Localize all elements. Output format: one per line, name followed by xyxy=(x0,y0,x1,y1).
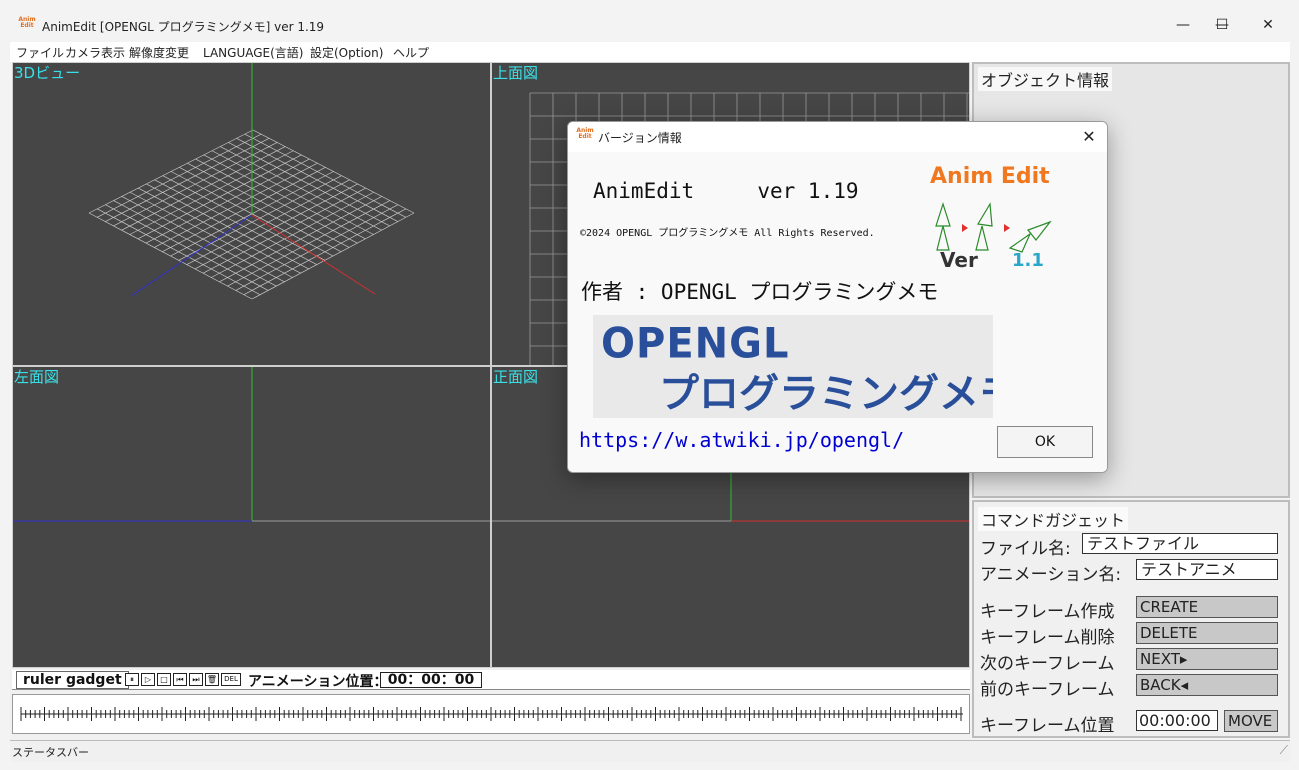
title-bar[interactable]: Anim Edit AnimEdit [OPENGL プログラミングメモ] ve… xyxy=(0,8,1299,42)
command-gadget-panel: コマンドガジェット ファイル名: テストファイル アニメーション名: テストアニ… xyxy=(972,500,1290,738)
viewport-top-label: 上面図 xyxy=(493,64,539,82)
delete-button[interactable]: DELETE xyxy=(1136,622,1278,644)
window-title: AnimEdit [OPENGL プログラミングメモ] ver 1.19 xyxy=(42,20,325,34)
grid-line xyxy=(97,208,261,296)
file-name-field[interactable]: テストファイル xyxy=(1082,533,1278,554)
skip-start-icon[interactable]: ⏮ xyxy=(173,673,187,686)
copyright-text: ©2024 OPENGL プログラミングメモ All Rights Reserv… xyxy=(580,228,875,239)
logo-ver: Ver xyxy=(940,248,978,272)
ruler-ticks xyxy=(20,707,963,721)
create-button[interactable]: CREATE xyxy=(1136,596,1278,618)
keyframe-delete-label: キーフレーム削除 xyxy=(980,628,1115,648)
menu-settings[interactable]: 設定(Option) xyxy=(310,44,383,61)
close-button[interactable]: ✕ xyxy=(1245,12,1291,38)
back-button[interactable]: BACK◂ xyxy=(1136,674,1278,696)
app-name-version: AnimEdit ver 1.19 xyxy=(593,179,859,203)
skip-end-icon[interactable]: ⏭ xyxy=(189,673,203,686)
viewport-left-label: 左面図 xyxy=(14,368,60,386)
menu-language[interactable]: LANGUAGE(言語) xyxy=(203,44,303,61)
keyframe-pos-label: キーフレーム位置 xyxy=(980,716,1115,736)
command-gadget-title: コマンドガジェット xyxy=(978,507,1129,531)
menu-resolution[interactable]: 解像度変更 xyxy=(129,44,189,61)
version-dialog: Anim Edit バージョン情報 ✕ AnimEdit ver 1.19 ©2… xyxy=(567,121,1108,473)
viewport-3d[interactable]: 3Dビュー xyxy=(12,62,491,366)
anim-pos-label: アニメーション位置： xyxy=(248,674,388,690)
stop-icon[interactable]: □ xyxy=(157,673,171,686)
ruler-gadget-label: ruler gadget xyxy=(16,671,129,689)
status-bar: ステータスバー ⟋ xyxy=(10,740,1290,762)
anim-edit-logo: Anim Edit Ver 1.1 xyxy=(918,160,1068,280)
keyframe-back-label: 前のキーフレーム xyxy=(980,680,1115,700)
del-icon[interactable]: DEL xyxy=(221,673,241,686)
pause-icon[interactable]: ⏸ xyxy=(125,673,139,686)
ruler-track[interactable] xyxy=(12,694,970,734)
resize-grip-icon[interactable]: ⟋ xyxy=(1280,743,1288,758)
next-button[interactable]: NEXT▸ xyxy=(1136,648,1278,670)
dialog-title-bar[interactable]: Anim Edit バージョン情報 ✕ xyxy=(568,122,1107,152)
logo-version-number: 1.1 xyxy=(1012,250,1044,271)
keyframe-pos-field[interactable]: 00:00:00 xyxy=(1136,710,1218,731)
app-icon: Anim Edit xyxy=(18,16,36,29)
menu-bar: ファイル カメラ表示 解像度変更 LANGUAGE(言語) 設定(Option)… xyxy=(10,42,1290,62)
viewport-front-label: 正面図 xyxy=(493,368,539,386)
keyframe-next-label: 次のキーフレーム xyxy=(980,654,1115,674)
opengl-memo-banner: OPENGL プログラミングメモ xyxy=(593,315,993,418)
anim-name-label: アニメーション名: xyxy=(980,565,1122,585)
ruler-toolbar: ruler gadget ⏸ ▷ □ ⏮ ⏭ 🗑 DEL アニメーション位置： … xyxy=(12,670,970,690)
object-info-title: オブジェクト情報 xyxy=(978,67,1113,91)
viewport-3d-label: 3Dビュー xyxy=(14,64,81,82)
website-link[interactable]: https://w.atwiki.jp/opengl/ xyxy=(579,428,904,452)
viewport-left-axes xyxy=(13,367,490,522)
maximize-button[interactable]: ☐ xyxy=(1199,12,1245,38)
file-name-label: ファイル名: xyxy=(980,539,1071,559)
dialog-body: AnimEdit ver 1.19 ©2024 OPENGL プログラミングメモ… xyxy=(568,152,1107,472)
author-text: 作者 : OPENGL プログラミングメモ xyxy=(581,280,939,304)
grid-line xyxy=(243,208,407,296)
trash-icon[interactable]: 🗑 xyxy=(205,673,219,686)
grid-line xyxy=(251,212,415,300)
menu-file[interactable]: ファイル xyxy=(16,44,64,61)
status-text: ステータスバー xyxy=(12,746,89,759)
viewport-left[interactable]: 左面図 xyxy=(12,366,491,668)
move-button[interactable]: MOVE xyxy=(1224,710,1278,732)
dialog-close-button[interactable]: ✕ xyxy=(1077,126,1101,148)
dialog-title: バージョン情報 xyxy=(598,131,682,145)
menu-camera[interactable]: カメラ表示 xyxy=(65,44,125,61)
play-icon[interactable]: ▷ xyxy=(141,673,155,686)
menu-help[interactable]: ヘルプ xyxy=(393,44,429,61)
viewport-3d-grid xyxy=(88,63,415,300)
dialog-app-icon: Anim Edit xyxy=(576,127,594,140)
anim-name-field[interactable]: テストアニメ xyxy=(1136,559,1278,580)
banner-line2: プログラミングメモ xyxy=(659,371,993,417)
ok-button[interactable]: OK xyxy=(997,426,1093,458)
keyframe-create-label: キーフレーム作成 xyxy=(980,602,1115,622)
app-window: Anim Edit AnimEdit [OPENGL プログラミングメモ] ve… xyxy=(0,0,1299,770)
anim-pos-value: 00：00：00 xyxy=(380,672,482,688)
grid-line xyxy=(88,212,253,300)
